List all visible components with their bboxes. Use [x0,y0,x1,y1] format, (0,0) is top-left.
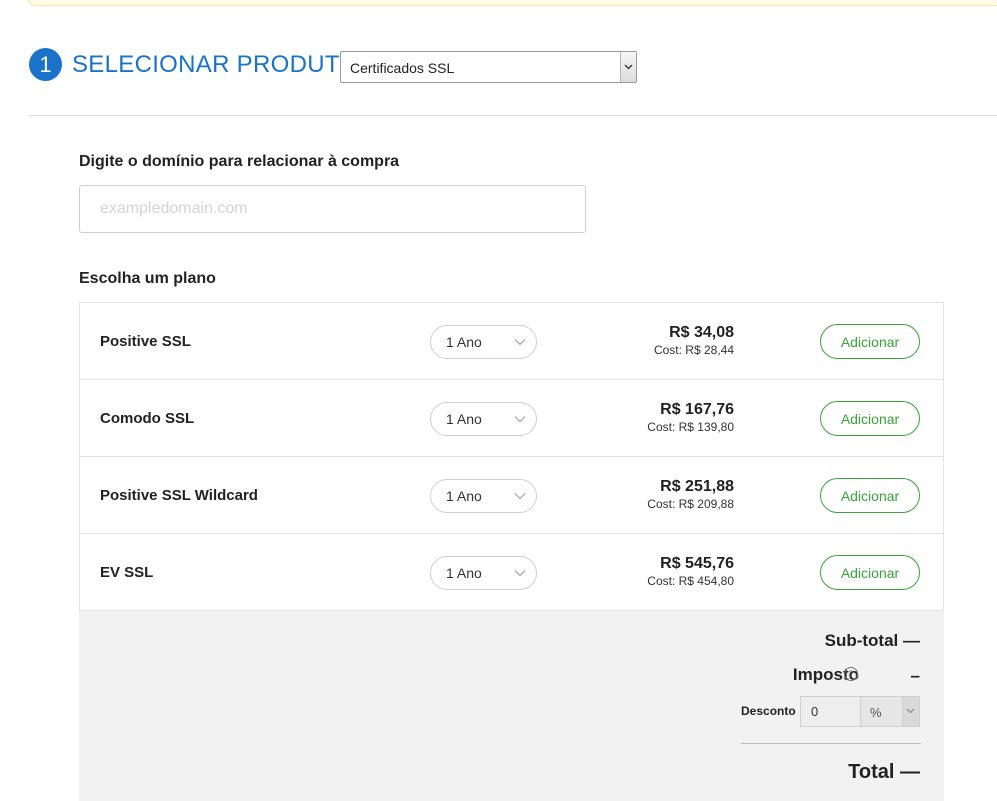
add-button[interactable]: Adicionar [820,478,920,513]
summary-divider [741,743,921,744]
chevron-down-icon [514,493,526,500]
period-select[interactable]: 1 Ano [430,402,537,436]
discount-input[interactable] [800,696,860,727]
price-cost: Cost: R$ 454,80 [647,574,734,588]
product-select-value: Certificados SSL [350,60,455,76]
plan-row-positive-ssl-wildcard: Positive SSL Wildcard 1 Ano R$ 251,88 Co… [80,457,943,534]
price-cost: Cost: R$ 28,44 [653,343,734,357]
price-amount: R$ 251,88 [660,478,734,495]
period-value: 1 Ano [446,488,482,504]
period-select[interactable]: 1 Ano [430,479,537,513]
price-cost: Cost: R$ 139,80 [647,420,734,434]
domain-input[interactable] [79,185,586,233]
product-select[interactable]: Certificados SSL [340,51,637,83]
plan-name: Positive SSL [100,333,191,350]
chevron-down-icon [514,570,526,577]
add-button[interactable]: Adicionar [820,555,920,590]
discount-unit-arrow[interactable] [902,697,919,726]
price-amount: R$ 34,08 [669,324,734,341]
price-amount: R$ 545,76 [660,555,734,572]
plan-name: EV SSL [100,564,154,581]
plan-name: Comodo SSL [100,410,195,427]
tax-value: – [910,666,920,685]
discount-unit-select[interactable]: % [860,696,920,727]
discount-label: Desconto [741,704,796,718]
total: Total — [848,761,920,783]
domain-label: Digite o domínio para relacionar à compr… [79,153,400,170]
step-title: SELECIONAR PRODUTO: [72,51,366,78]
period-value: 1 Ano [446,565,482,581]
plan-row-ev-ssl: EV SSL 1 Ano R$ 545,76 Cost: R$ 454,80 A… [80,534,943,610]
period-select[interactable]: 1 Ano [430,556,537,590]
chevron-down-icon [906,708,915,714]
plan-price: R$ 251,88 Cost: R$ 209,88 [647,478,734,512]
add-button[interactable]: Adicionar [820,401,920,436]
period-value: 1 Ano [446,411,482,427]
plan-label: Escolha um plano [79,270,216,287]
top-notice-bar [28,0,997,6]
period-value: 1 Ano [446,334,482,350]
question-circle-icon[interactable]: ? [844,667,858,681]
section-divider [29,115,997,116]
plan-list: Positive SSL 1 Ano R$ 34,08 Cost: R$ 28,… [79,302,944,611]
plan-row-comodo-ssl: Comodo SSL 1 Ano R$ 167,76 Cost: R$ 139,… [80,380,943,457]
plan-price: R$ 167,76 Cost: R$ 139,80 [647,401,734,435]
chevron-down-icon [514,339,526,346]
plan-price: R$ 34,08 Cost: R$ 28,44 [654,324,734,358]
order-summary: Sub-total — Imposto ? – Desconto % Total… [79,611,944,801]
discount-unit-value: % [870,705,882,720]
chevron-down-icon [514,416,526,423]
step-number-badge: 1 [29,48,62,81]
chevron-down-icon [624,64,633,70]
product-select-arrow[interactable] [620,52,636,82]
period-select[interactable]: 1 Ano [430,325,537,359]
plan-row-positive-ssl: Positive SSL 1 Ano R$ 34,08 Cost: R$ 28,… [80,303,943,380]
price-amount: R$ 167,76 [660,401,734,418]
add-button[interactable]: Adicionar [820,324,920,359]
plan-price: R$ 545,76 Cost: R$ 454,80 [647,555,734,589]
plan-name: Positive SSL Wildcard [100,487,258,504]
price-cost: Cost: R$ 209,88 [647,497,734,511]
subtotal: Sub-total — [824,631,920,650]
